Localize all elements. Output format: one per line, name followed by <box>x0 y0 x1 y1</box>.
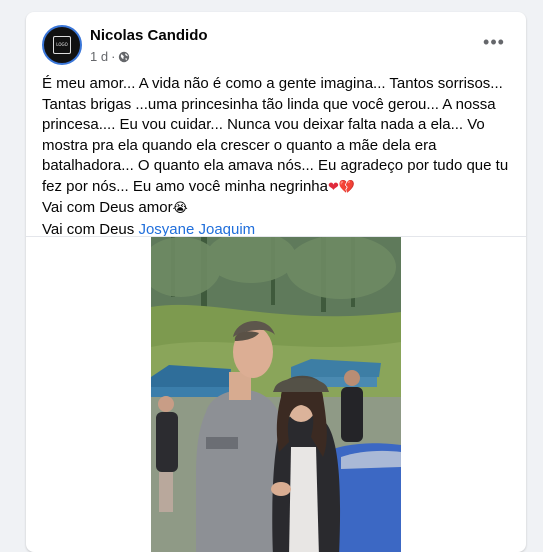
message-line-2: Vai com Deus amor😭 <box>42 198 512 220</box>
crying-emoji: 😭 <box>172 201 188 216</box>
post-photo[interactable] <box>151 237 401 552</box>
avatar-logo-text: LOGO <box>56 42 68 47</box>
avatar[interactable]: LOGO <box>42 25 82 65</box>
post-time[interactable]: 1 d <box>90 49 108 64</box>
more-options-icon[interactable]: ••• <box>476 30 512 54</box>
line-2-text: Vai com Deus amor <box>42 199 173 216</box>
message-paragraph: É meu amor... A vida não é como a gente … <box>42 74 512 198</box>
post-meta: 1 d · <box>90 49 130 64</box>
tagged-person-link[interactable]: Josyane Joaquim <box>138 221 255 238</box>
post-message: É meu amor... A vida não é como a gente … <box>42 74 512 240</box>
heart-emoji: ❤💔 <box>328 179 356 195</box>
author-name[interactable]: Nicolas Candido <box>90 27 208 44</box>
avatar-logo: LOGO <box>53 36 71 54</box>
page-background <box>0 0 26 532</box>
post-header: LOGO Nicolas Candido 1 d · ••• <box>26 12 526 72</box>
post-card: LOGO Nicolas Candido 1 d · ••• É meu amo… <box>26 12 526 552</box>
message-text: É meu amor... A vida não é como a gente … <box>42 75 509 195</box>
meta-separator: · <box>111 49 116 64</box>
line-3-text: Vai com Deus <box>42 220 139 238</box>
globe-icon[interactable] <box>118 51 130 63</box>
